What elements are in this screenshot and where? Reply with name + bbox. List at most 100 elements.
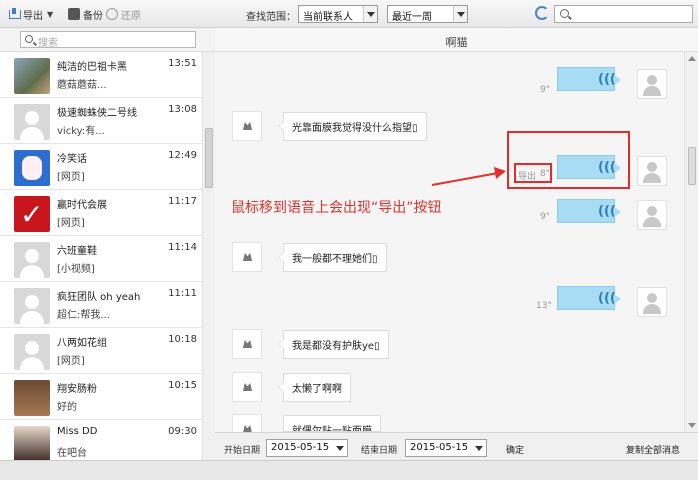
toolbar: 导出 ▼ 备份 还原 查找范围： 当前联系人 最近一周 [0,0,698,28]
end-date-select[interactable]: 2015-05-15 [405,439,487,457]
contact-item[interactable]: 八两如花组 10:18 [网页] [0,328,202,374]
voice-message[interactable]: ((( [557,286,621,310]
voice-message[interactable]: ((( [557,199,621,223]
contact-time: 12:49 [168,150,197,161]
contact-scrollbar[interactable] [202,52,214,460]
voice-export-button[interactable]: 导出 [518,169,536,182]
contact-time: 11:17 [168,196,197,207]
avatar [14,242,50,278]
backup-icon [68,8,80,20]
avatar [14,334,50,370]
chat-bubble: 光靠面膜我觉得没什么指望▯ [278,112,427,141]
copy-all-button[interactable]: 复制全部消息 [626,443,680,456]
contact-name: 赢时代会展 [57,200,107,211]
scroll-up-icon[interactable] [688,56,696,61]
contact-time: 11:14 [168,242,197,253]
chat-bubble: 太懒了啊啊 [278,373,351,402]
chevron-down-icon[interactable]: ▼ [47,10,53,19]
scrollbar-thumb[interactable] [688,147,696,185]
avatar [14,380,50,416]
export-label: 导出 [23,10,43,22]
contact-item[interactable]: 疯狂团队 oh yeah 11:11 超仁:帮我... [0,282,202,328]
avatar [14,426,50,460]
chevron-down-icon [363,6,377,22]
avatar [14,196,50,232]
contact-search-input[interactable]: 搜索 [20,31,196,49]
contact-item[interactable]: 冷笑话 12:49 [网页] [0,144,202,190]
contact-time: 13:08 [168,104,197,115]
contact-item[interactable]: 翔安肠粉 10:15 好的 [0,374,202,420]
search-icon [25,35,33,43]
contact-time: 13:51 [168,58,197,69]
date-filter-bar: 开始日期 2015-05-15 结束日期 2015-05-15 确定 复制全部消… [215,432,698,460]
contact-last-message: 好的 [57,402,77,413]
search-input[interactable] [554,5,693,23]
avatar [232,111,262,141]
start-date-select[interactable]: 2015-05-15 [266,439,348,457]
contact-item[interactable]: Miss DD 09:30 在吧台 [0,420,202,460]
refresh-icon[interactable] [535,6,549,20]
chevron-down-icon [333,440,347,456]
contact-last-message: [网页] [57,356,85,367]
avatar [14,58,50,94]
contact-last-message: 超仁:帮我... [57,310,110,321]
contact-time: 10:18 [168,334,197,345]
contact-last-message: 在吧台 [57,448,87,459]
contact-time: 10:15 [168,380,197,391]
voice-duration: 9" [540,85,550,95]
voice-message[interactable]: ((( [557,67,621,91]
contact-name: Miss DD [57,426,98,437]
avatar [232,372,262,402]
confirm-button[interactable]: 确定 [506,443,524,456]
contact-name: 纯洁的巴祖卡黑 [57,62,127,73]
contact-panel: 搜索 纯洁的巴祖卡黑 13:51 蘑菇蘑菇... 极速蜘蛛侠二号线 13:08 … [0,28,214,460]
voice-wave-icon: ((( [598,291,616,306]
contact-item[interactable]: 六班童鞋 11:14 [小视频] [0,236,202,282]
contact-last-message: [网页] [57,218,85,229]
period-select[interactable]: 最近一周 [387,5,468,23]
scroll-down-icon[interactable] [688,423,696,428]
avatar [637,69,667,99]
contact-name: 疯狂团队 oh yeah [57,292,141,303]
export-icon [8,8,21,20]
contact-name: 八两如花组 [57,338,107,349]
backup-button[interactable]: 备份 [68,6,103,22]
chat-bubble: 我一般都不理她们▯ [278,243,387,272]
chat-bubble: 就偶尔贴一贴面膜 [283,415,381,432]
restore-button[interactable]: 还原 [106,6,141,22]
avatar [14,150,50,186]
period-select-value: 最近一周 [392,12,432,23]
contact-time: 11:11 [168,288,197,299]
avatar [637,287,667,317]
voice-wave-icon: ((( [598,204,616,219]
export-button[interactable]: 导出 ▼ [8,6,53,22]
contact-item[interactable]: 赢时代会展 11:17 [网页] [0,190,202,236]
contact-search-bar: 搜索 [0,28,214,52]
chat-scrollbar[interactable] [684,52,698,432]
annotation-arrow-icon [431,167,506,186]
contact-last-message: [小视频] [57,264,95,275]
voice-wave-icon: ((( [598,72,616,87]
contact-name: 翔安肠粉 [57,384,97,395]
start-date-label: 开始日期 [224,446,261,456]
chat-title: 啊猫 [215,28,698,52]
contact-item[interactable]: 极速蜘蛛侠二号线 13:08 vicky:有... [0,98,202,144]
contact-name: 极速蜘蛛侠二号线 [57,108,137,119]
search-placeholder: 搜索 [38,38,58,49]
end-date-label: 结束日期 [361,446,398,456]
annotation-text: 鼠标移到语音上会出现“导出”按钮 [231,200,442,216]
contact-item[interactable]: 纯洁的巴祖卡黑 13:51 蘑菇蘑菇... [0,52,202,98]
range-select-value: 当前联系人 [303,12,353,23]
range-select[interactable]: 当前联系人 [298,5,378,23]
contact-time: 09:30 [168,426,197,437]
contact-last-message: vicky:有... [57,126,105,137]
chevron-down-icon [453,6,467,22]
contact-last-message: 蘑菇蘑菇... [57,80,107,91]
backup-label: 备份 [83,10,103,22]
restore-icon [106,8,118,20]
avatar [232,329,262,359]
contact-list: 纯洁的巴祖卡黑 13:51 蘑菇蘑菇... 极速蜘蛛侠二号线 13:08 vic… [0,52,202,460]
scrollbar-thumb[interactable] [205,128,213,188]
voice-duration: 13" [536,301,552,311]
search-icon [560,9,569,18]
